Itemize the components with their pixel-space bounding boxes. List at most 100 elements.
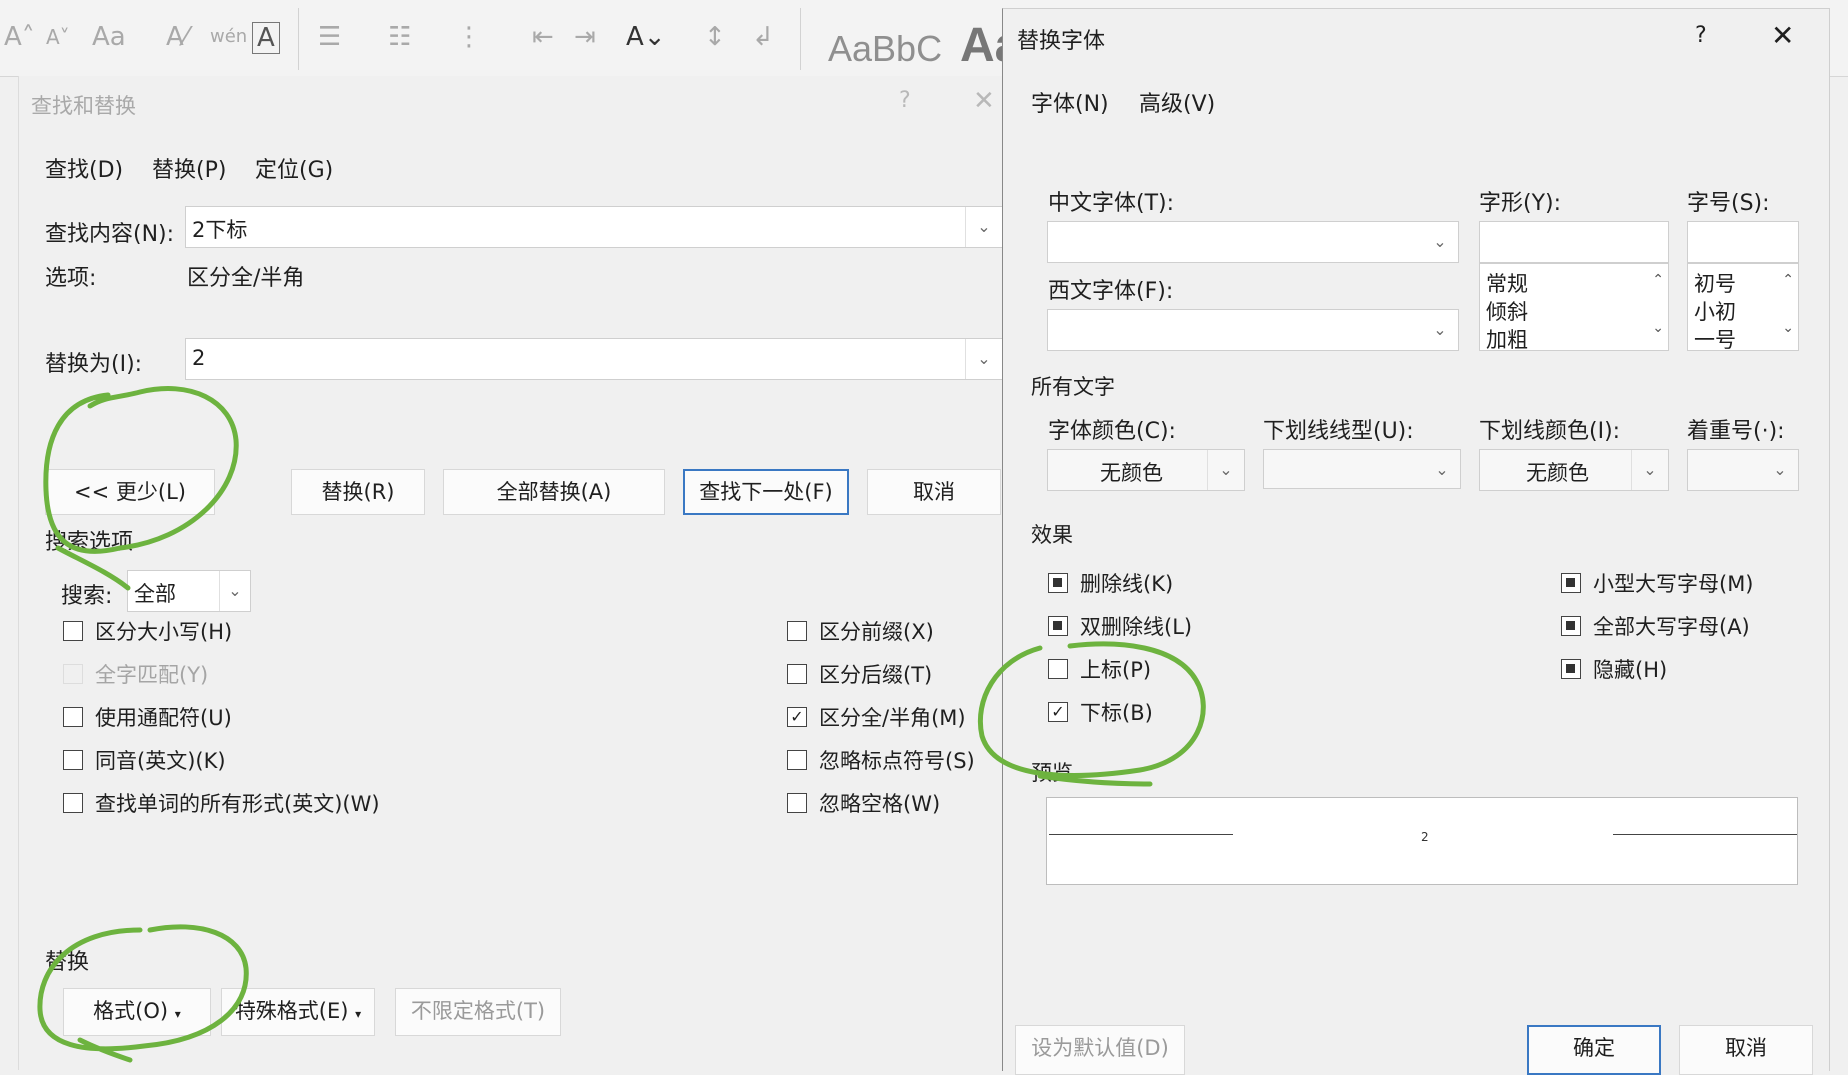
chevron-down-icon[interactable]: ⌄	[965, 339, 1002, 379]
bullets-icon[interactable]: ☰	[318, 22, 341, 52]
chevron-down-icon[interactable]: ⌄	[1207, 450, 1244, 490]
list-item[interactable]: 小初	[1694, 296, 1736, 326]
style-input[interactable]	[1479, 221, 1669, 263]
options-label: 选项:	[45, 266, 97, 291]
checkbox-icon[interactable]: ✓	[787, 707, 807, 727]
tab-replace[interactable]: 替换(P)	[152, 152, 226, 184]
checkbox-icon[interactable]	[787, 664, 807, 684]
decrease-indent-icon[interactable]: ⇤	[532, 22, 554, 52]
checkbox-icon[interactable]	[1048, 573, 1068, 593]
search-direction-select[interactable]: 全部 ⌄	[127, 570, 251, 612]
chevron-down-icon[interactable]: ⌄	[219, 571, 250, 611]
underline-type-select[interactable]: ⌄	[1263, 449, 1461, 489]
style-gallery-preview[interactable]: AaBbC	[828, 28, 942, 70]
checkbox-icon[interactable]	[1561, 616, 1581, 636]
tab-advanced[interactable]: 高级(V)	[1139, 86, 1215, 118]
list-item[interactable]: 常规	[1486, 268, 1528, 298]
scroll-up-icon[interactable]: ⌃	[1782, 272, 1794, 288]
checkbox-icon[interactable]	[1561, 659, 1581, 679]
increase-indent-icon[interactable]: ⇥	[574, 22, 596, 52]
checkbox-icon[interactable]	[63, 707, 83, 727]
checkbox-label: 区分后缀(T)	[819, 663, 933, 687]
scroll-up-icon[interactable]: ⌃	[1652, 272, 1664, 288]
list-item[interactable]: 倾斜	[1486, 296, 1528, 326]
help-icon[interactable]: ?	[899, 88, 911, 113]
chevron-down-icon[interactable]: ⌄	[1424, 450, 1460, 490]
numbering-icon[interactable]: ☷	[388, 22, 411, 52]
clear-format-icon[interactable]: A⁄	[166, 22, 188, 52]
effects-title: 效果	[1031, 523, 1073, 547]
tab-font[interactable]: 字体(N)	[1031, 86, 1109, 118]
special-format-button[interactable]: 特殊格式(E) ▾	[221, 988, 375, 1036]
font-color-select[interactable]: 无颜色 ⌄	[1047, 449, 1245, 491]
chevron-down-icon[interactable]: ⌄	[1631, 450, 1668, 490]
tab-goto[interactable]: 定位(G)	[255, 152, 333, 184]
replace-button[interactable]: 替换(R)	[291, 469, 425, 515]
help-icon[interactable]: ?	[1695, 23, 1707, 48]
checkbox-icon[interactable]	[1048, 659, 1068, 679]
checkbox-icon[interactable]	[63, 793, 83, 813]
find-label: 查找内容(N):	[45, 222, 175, 247]
underline-color-select[interactable]: 无颜色 ⌄	[1479, 449, 1669, 491]
find-input[interactable]: 2下标 ⌄	[185, 206, 1003, 248]
find-next-button[interactable]: 查找下一处(F)	[683, 469, 849, 515]
list-item[interactable]: 一号	[1694, 324, 1736, 354]
sort-icon[interactable]: ↕	[704, 22, 726, 52]
find-replace-titlebar: 查找和替换 ? ✕	[19, 76, 1003, 132]
replace-all-button[interactable]: 全部替换(A)	[443, 469, 665, 515]
style-listbox[interactable]: 常规 倾斜 加粗 ⌃ ⌄	[1479, 263, 1669, 354]
text-direction-icon[interactable]: A⌄	[626, 22, 666, 52]
checkbox-label: 区分全/半角(M)	[819, 706, 966, 730]
west-font-label: 西文字体(F):	[1048, 279, 1174, 304]
checkbox-label: 忽略标点符号(S)	[819, 749, 975, 773]
phonetic-guide-icon[interactable]: wén	[210, 22, 247, 52]
checkbox-label: 忽略空格(W)	[819, 792, 941, 816]
chevron-down-icon[interactable]: ⌄	[1422, 310, 1458, 350]
char-border-icon[interactable]: A	[252, 22, 280, 54]
checkbox-icon[interactable]	[1048, 616, 1068, 636]
cn-font-select[interactable]: ⌄	[1047, 221, 1459, 263]
checkbox-icon[interactable]	[63, 750, 83, 770]
checkbox-icon[interactable]	[787, 793, 807, 813]
checkbox-icon[interactable]	[787, 621, 807, 641]
cancel-button[interactable]: 取消	[1679, 1025, 1813, 1075]
chevron-down-icon[interactable]: ⌄	[1762, 450, 1798, 490]
checkbox-label: 双删除线(L)	[1080, 615, 1193, 639]
scroll-down-icon[interactable]: ⌄	[1782, 320, 1794, 336]
checkbox-icon[interactable]: ✓	[1048, 702, 1068, 722]
tab-find[interactable]: 查找(D)	[45, 152, 123, 184]
checkbox-icon[interactable]	[63, 621, 83, 641]
font-shrink-icon[interactable]: A˅	[46, 22, 70, 52]
west-font-select[interactable]: ⌄	[1047, 309, 1459, 351]
preview-box: 2	[1046, 797, 1798, 885]
format-button[interactable]: 格式(O) ▾	[63, 988, 211, 1036]
checkbox-icon[interactable]	[787, 750, 807, 770]
special-format-button-label: 特殊格式(E)	[234, 999, 349, 1023]
no-format-button[interactable]: 不限定格式(T)	[395, 988, 561, 1036]
options-value: 区分全/半角	[187, 266, 305, 291]
list-item[interactable]: 加粗	[1486, 324, 1528, 354]
search-options-title: 搜索选项	[45, 530, 134, 555]
list-item[interactable]: 初号	[1694, 268, 1736, 298]
cancel-button[interactable]: 取消	[867, 469, 1001, 515]
emphasis-select[interactable]: ⌄	[1687, 449, 1799, 491]
checkbox-icon[interactable]	[63, 664, 83, 684]
less-button[interactable]: << 更少(L)	[45, 469, 215, 515]
dropdown-arrow-icon: ▾	[355, 1007, 362, 1021]
show-marks-icon[interactable]: ↲	[752, 22, 774, 52]
chevron-down-icon[interactable]: ⌄	[965, 207, 1002, 247]
close-icon[interactable]: ✕	[973, 86, 995, 116]
close-icon[interactable]: ✕	[1771, 19, 1794, 52]
font-grow-icon[interactable]: A˄	[4, 22, 35, 52]
chevron-down-icon[interactable]: ⌄	[1422, 222, 1458, 262]
checkbox-label: 查找单词的所有形式(英文)(W)	[95, 792, 380, 816]
set-default-button[interactable]: 设为默认值(D)	[1015, 1025, 1185, 1075]
scroll-down-icon[interactable]: ⌄	[1652, 320, 1664, 336]
change-case-icon[interactable]: Aa	[92, 22, 126, 52]
size-input[interactable]	[1687, 221, 1799, 263]
checkbox-icon[interactable]	[1561, 573, 1581, 593]
size-listbox[interactable]: 初号 小初 一号 ⌃ ⌄	[1687, 263, 1799, 354]
multilevel-list-icon[interactable]: ⋮	[456, 22, 482, 52]
replace-input[interactable]: 2 ⌄	[185, 338, 1003, 380]
ok-button[interactable]: 确定	[1527, 1025, 1661, 1075]
